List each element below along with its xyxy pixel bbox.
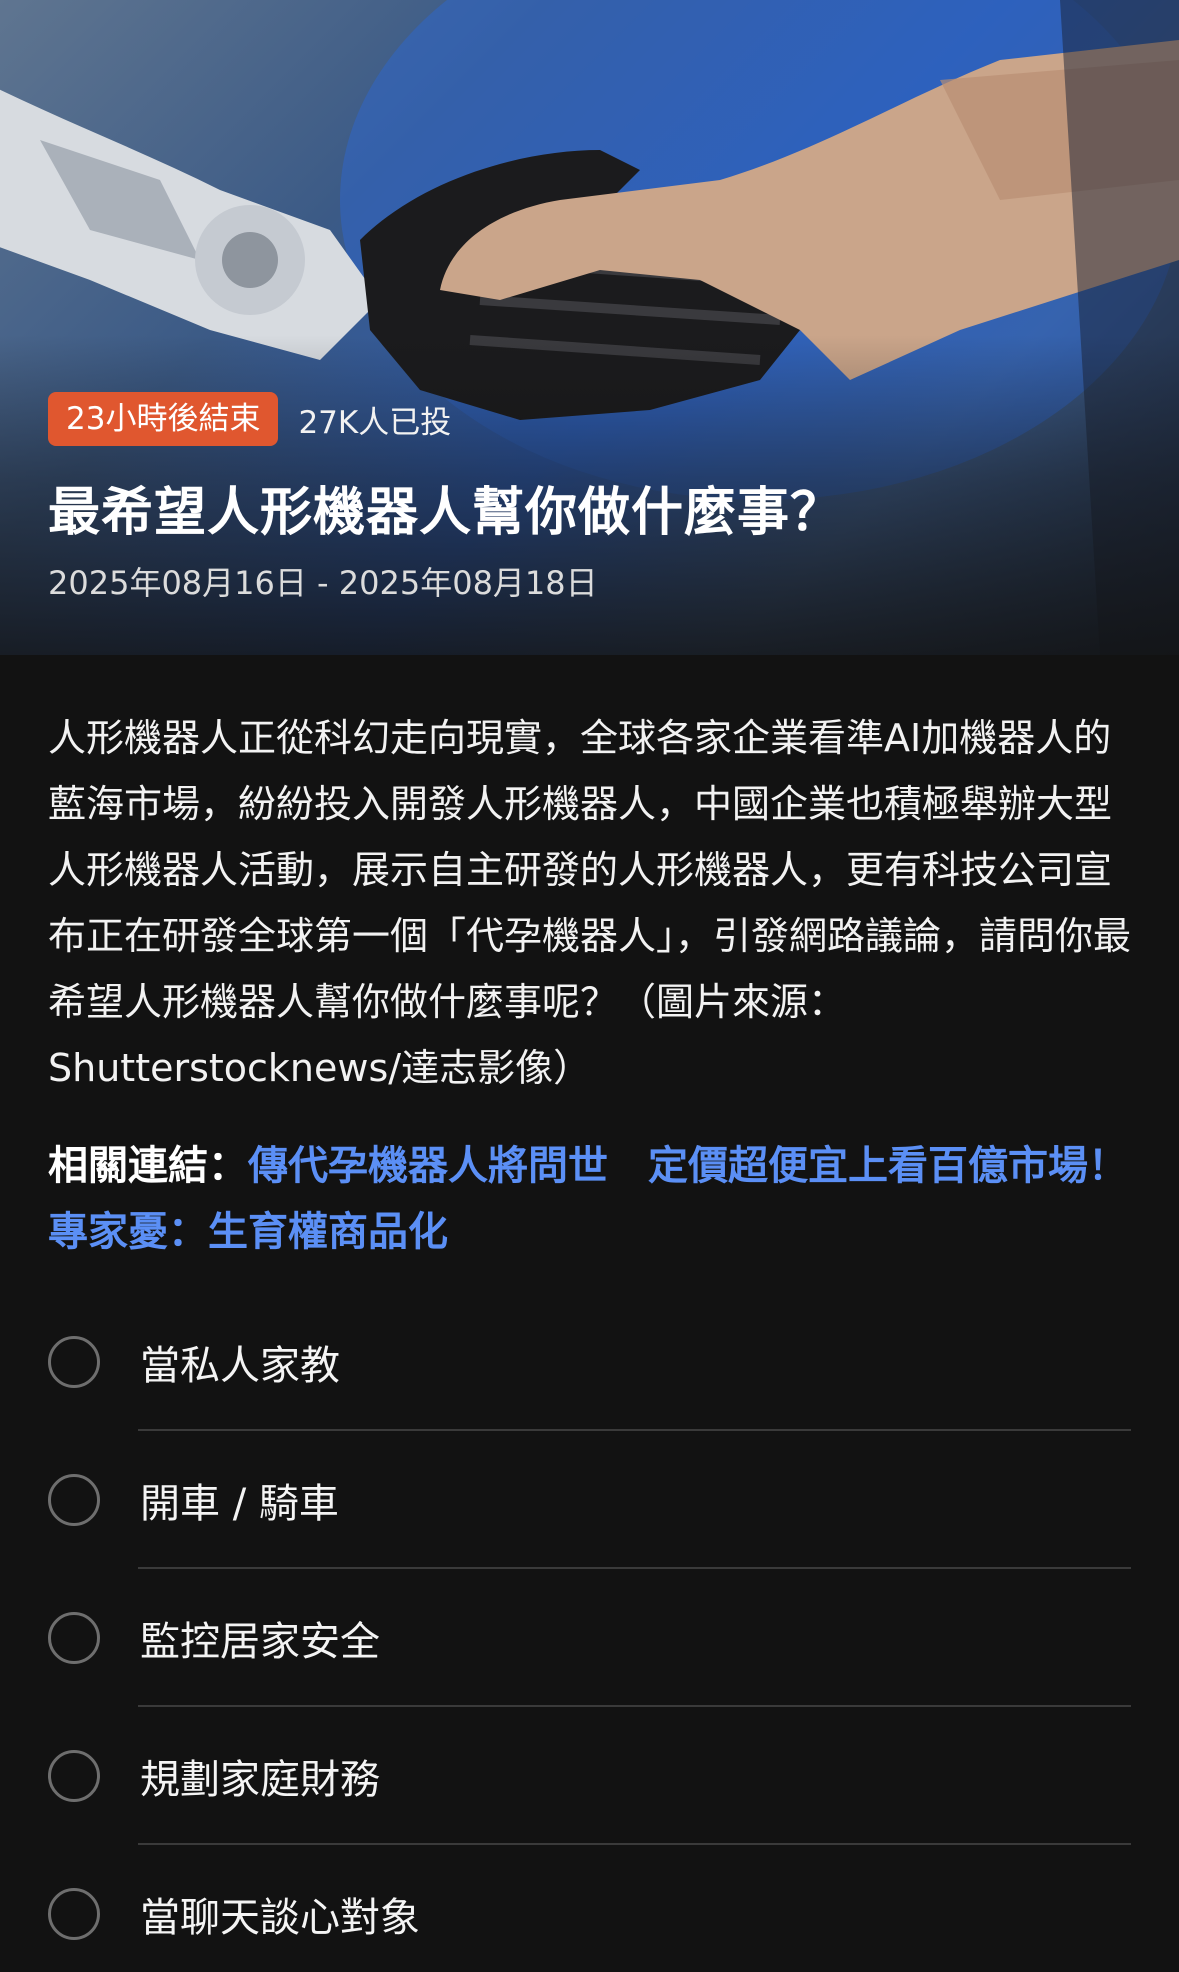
option-label: 當聊天談心對象 (140, 1895, 420, 1941)
poll-options: 當私人家教 開車 / 騎車 監控居家安全 規劃家庭財務 當聊天談心對象 (48, 1293, 1131, 1972)
radio-button[interactable] (48, 1612, 100, 1664)
poll-body: 人形機器人正從科幻走向現實，全球各家企業看準AI加機器人的藍海市場，紛紛投入開發… (0, 655, 1179, 1972)
ending-badge: 23小時後結束 (48, 392, 279, 446)
radio-button[interactable] (48, 1474, 100, 1526)
radio-button[interactable] (48, 1750, 100, 1802)
option-label: 監控居家安全 (140, 1619, 380, 1665)
hero-banner: 23小時後結束 27K人已投 最希望人形機器人幫你做什麼事？ 2025年08月1… (0, 0, 1179, 655)
related-links: 相關連結：傳代孕機器人將問世 定價超便宜上看百億市場！專家憂：生育權商品化 (48, 1133, 1138, 1265)
poll-title: 最希望人形機器人幫你做什麼事？ (48, 483, 844, 543)
option-label: 規劃家庭財務 (140, 1757, 380, 1803)
option-label: 開車 / 騎車 (140, 1481, 339, 1527)
poll-description: 人形機器人正從科幻走向現實，全球各家企業看準AI加機器人的藍海市場，紛紛投入開發… (48, 716, 1132, 1090)
related-links-label: 相關連結： (48, 1143, 248, 1189)
poll-dates: 2025年08月16日 - 2025年08月18日 (48, 564, 598, 602)
poll-option[interactable]: 當私人家教 (48, 1293, 1131, 1431)
option-label: 當私人家教 (140, 1343, 340, 1389)
poll-option[interactable]: 當聊天談心對象 (48, 1845, 1131, 1972)
poll-option[interactable]: 監控居家安全 (48, 1569, 1131, 1707)
radio-button[interactable] (48, 1888, 100, 1940)
vote-count: 27K人已投 (298, 404, 452, 441)
radio-button[interactable] (48, 1336, 100, 1388)
poll-option[interactable]: 規劃家庭財務 (48, 1707, 1131, 1845)
poll-option[interactable]: 開車 / 騎車 (48, 1431, 1131, 1569)
poll-meta: 23小時後結束 27K人已投 (48, 392, 451, 446)
